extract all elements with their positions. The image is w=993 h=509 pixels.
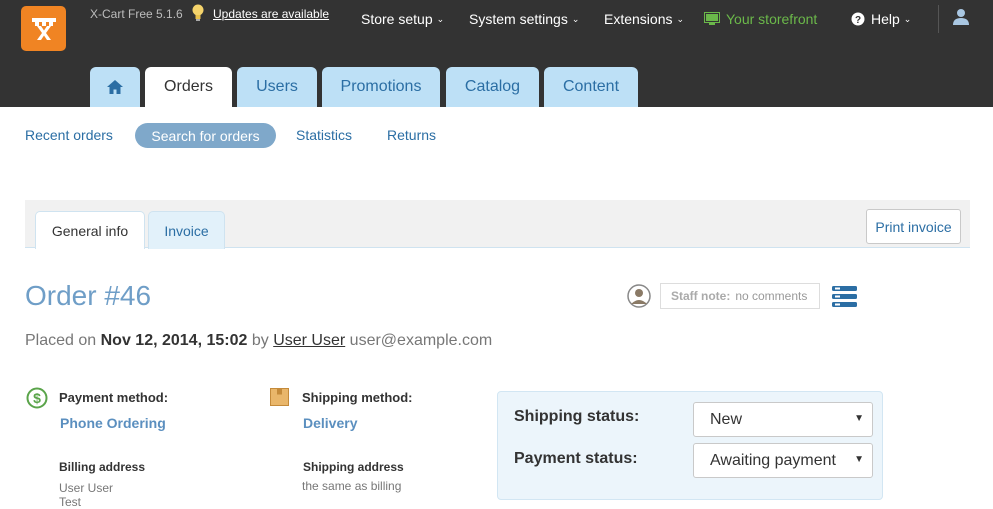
subnav-returns[interactable]: Returns: [387, 127, 436, 143]
nav-extensions[interactable]: Extensions ⌄: [604, 11, 684, 27]
svg-text:$: $: [33, 390, 41, 406]
shipping-method-value: Delivery: [303, 415, 358, 431]
shipping-status-select[interactable]: New ▼: [693, 402, 873, 437]
order-placed-info: Placed on Nov 12, 2014, 15:02 by User Us…: [25, 332, 492, 350]
logo-icon[interactable]: [21, 6, 66, 51]
help-icon: ?: [851, 12, 865, 26]
monitor-icon: [704, 12, 720, 25]
staff-avatar-icon: [627, 284, 651, 313]
billing-address-line: Test: [59, 495, 82, 509]
tab-promotions[interactable]: Promotions: [322, 67, 440, 107]
nav-label: Extensions: [604, 11, 673, 27]
tab-content[interactable]: Content: [544, 67, 638, 107]
bulb-icon: [191, 4, 205, 27]
payment-method-label: Payment method:: [59, 390, 169, 405]
storefront-link[interactable]: Your storefront: [704, 11, 817, 27]
placed-prefix: Placed on: [25, 332, 97, 349]
chevron-down-icon: ⌄: [571, 14, 580, 24]
chevron-down-icon: ⌄: [676, 14, 685, 24]
subnav-statistics[interactable]: Statistics: [296, 127, 352, 143]
billing-address-heading: Billing address: [59, 460, 146, 474]
storefront-label: Your storefront: [726, 11, 818, 27]
customer-email: user@example.com: [349, 332, 493, 349]
tab-general-info[interactable]: General info: [35, 211, 145, 249]
tab-users[interactable]: Users: [237, 67, 317, 107]
staff-note-value: no comments: [735, 289, 808, 303]
dropdown-caret-icon: ▼: [854, 454, 864, 465]
header-divider: [938, 5, 939, 33]
placed-by: by: [251, 332, 269, 349]
placed-date: Nov 12, 2014, 15:02: [100, 332, 248, 349]
user-icon[interactable]: [953, 8, 969, 31]
staff-note-field[interactable]: Staff note: no comments: [660, 283, 820, 309]
tab-catalog[interactable]: Catalog: [446, 67, 539, 107]
subnav-search-orders[interactable]: Search for orders: [135, 123, 276, 148]
brand-version: X-Cart Free 5.1.6: [90, 7, 183, 21]
list-view-icon[interactable]: [832, 286, 857, 313]
shipping-method-label: Shipping method:: [302, 390, 413, 405]
staff-note-label: Staff note:: [671, 289, 731, 303]
home-icon: [107, 80, 123, 94]
dollar-icon: $: [26, 387, 48, 414]
nav-label: System settings: [469, 11, 568, 27]
nav-label: Store setup: [361, 11, 433, 27]
nav-store-setup[interactable]: Store setup ⌄: [361, 11, 444, 27]
chevron-down-icon: ⌄: [436, 14, 445, 24]
chevron-down-icon: ⌄: [903, 14, 912, 24]
shipping-status-label: Shipping status:: [514, 408, 640, 425]
customer-link[interactable]: User User: [273, 332, 345, 349]
tab-invoice[interactable]: Invoice: [148, 211, 225, 249]
nav-system-settings[interactable]: System settings ⌄: [469, 11, 579, 27]
tab-home[interactable]: [90, 67, 140, 107]
shipping-address-heading: Shipping address: [303, 460, 404, 474]
payment-status-value: Awaiting payment: [710, 451, 836, 469]
billing-address-line: User User: [59, 481, 114, 495]
help-label: Help: [871, 11, 900, 27]
help-menu[interactable]: ? Help ⌄: [851, 11, 911, 27]
dropdown-caret-icon: ▼: [854, 413, 864, 424]
updates-link[interactable]: Updates are available: [213, 7, 329, 21]
payment-status-select[interactable]: Awaiting payment ▼: [693, 443, 873, 478]
print-invoice-button[interactable]: Print invoice: [866, 209, 961, 244]
svg-text:?: ?: [855, 15, 861, 26]
tab-orders[interactable]: Orders: [145, 67, 232, 107]
shipping-status-value: New: [710, 410, 743, 428]
payment-method-value: Phone Ordering: [60, 415, 166, 431]
package-icon: [270, 388, 289, 411]
page-title: Order #46: [25, 280, 152, 311]
payment-status-label: Payment status:: [514, 450, 638, 467]
subnav-recent-orders[interactable]: Recent orders: [25, 127, 113, 143]
shipping-address-line: the same as billing: [302, 479, 402, 493]
